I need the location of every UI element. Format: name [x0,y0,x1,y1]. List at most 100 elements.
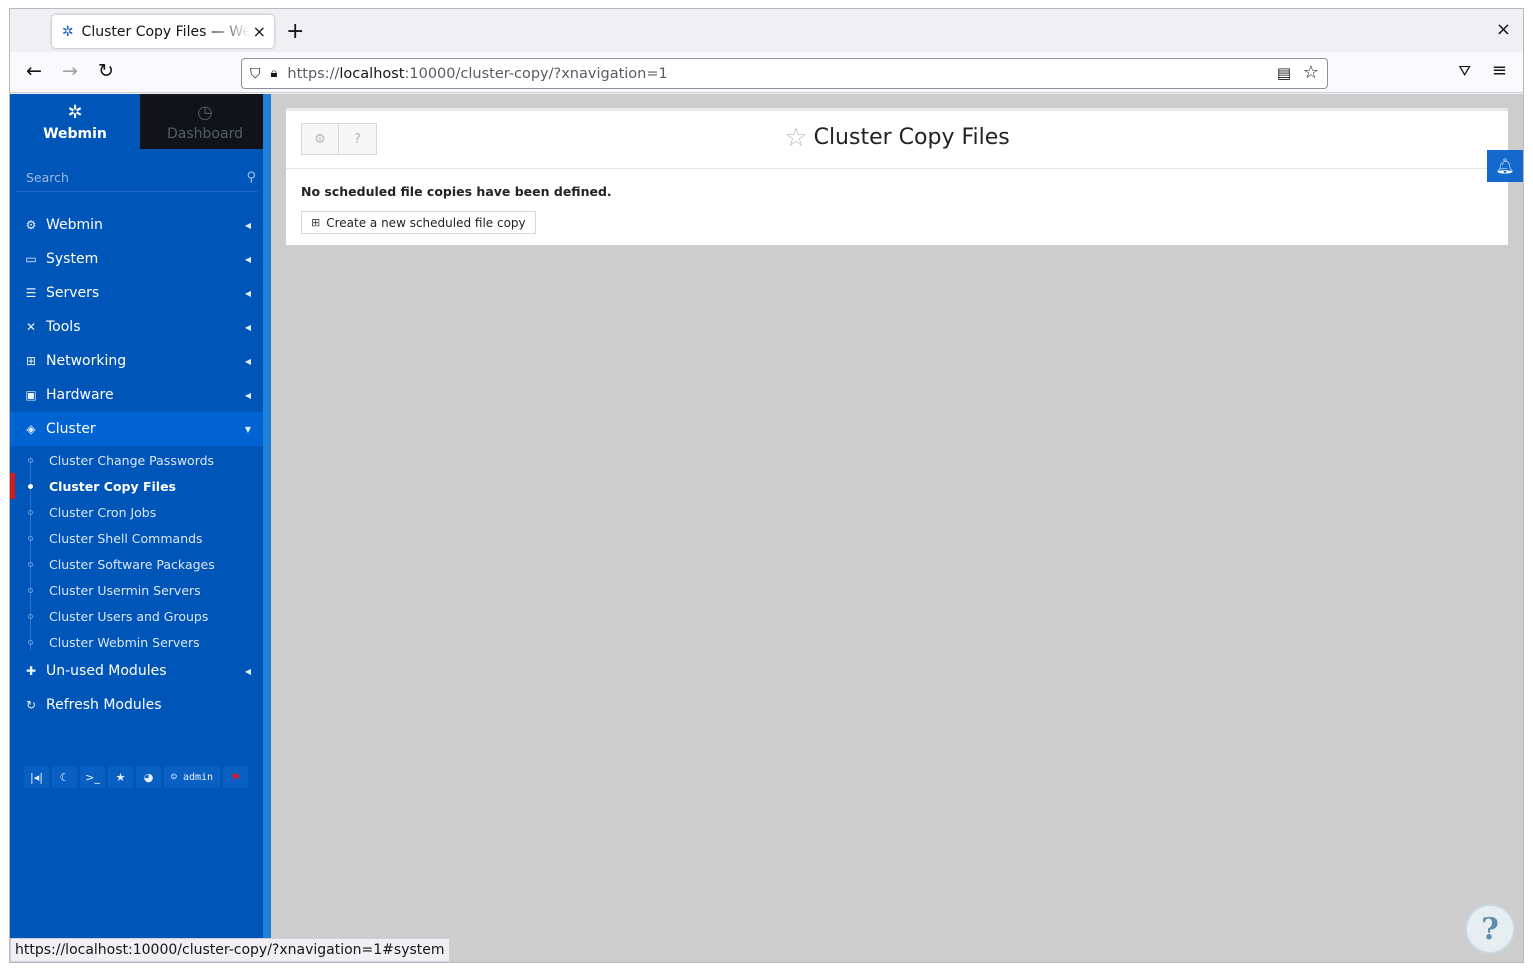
collapse-sidebar-icon[interactable]: |◂| [24,766,49,788]
sidebar-search[interactable]: Search ⚲ [16,164,258,192]
dashboard-gauge-icon: ◷ [197,102,213,123]
puzzle-icon: ✚ [25,664,37,678]
sidebar-item-label: Servers [46,285,100,301]
webmin-tab-label: Webmin [43,126,107,142]
bookmark-star-icon[interactable]: ☆ [1303,62,1319,83]
hdd-icon: ▣ [25,388,37,402]
tracking-shield-icon[interactable]: ⛉ [250,66,261,82]
sidebar-subitem-cluster-users-and-groups[interactable]: Cluster Users and Groups [10,603,263,629]
hamburger-menu-icon[interactable]: ≡ [1492,60,1507,81]
sidebar-subitem-label: Cluster Shell Commands [49,530,203,546]
sidebar-scrollbar[interactable] [263,94,271,962]
dashboard-tab-label: Dashboard [167,126,243,142]
bullet-icon [28,561,33,567]
caret-left-icon: ◀ [244,390,251,400]
sidebar-subitem-label: Cluster Webmin Servers [49,634,200,650]
sidebar-item-label: Hardware [46,387,114,403]
empty-state-message: No scheduled file copies have been defin… [301,184,612,199]
tab-close-icon[interactable]: × [253,22,266,41]
window-close-button[interactable]: × [1496,19,1511,40]
webmin-favicon-icon: ✲ [61,23,74,40]
sidebar-subitem-cluster-webmin-servers[interactable]: Cluster Webmin Servers [10,629,263,655]
network-icon: ⊞ [25,354,37,368]
admin-label: admin [182,771,214,783]
sidebar-subitem-label: Cluster Users and Groups [49,608,209,624]
sidebar-subitem-cluster-cron-jobs[interactable]: Cluster Cron Jobs [10,499,263,525]
sidebar-item-system[interactable]: ▭ System ◀ [10,242,263,276]
sidebar-item-hardware[interactable]: ▣ Hardware ◀ [10,378,263,412]
forward-button[interactable]: → [58,60,82,82]
webmin-logo-icon: ✲ [67,102,83,123]
laptop-icon: ▭ [25,252,37,266]
caret-left-icon: ◀ [244,666,251,676]
sidebar-item-label: Un-used Modules [46,663,167,679]
bullet-icon [28,613,33,619]
layers-icon: ◈ [26,422,36,436]
page-title: ☆ Cluster Copy Files [286,123,1508,153]
sidebar-item-servers[interactable]: ☰ Servers ◀ [10,276,263,310]
sidebar-item-tools[interactable]: ✕ Tools ◀ [10,310,263,344]
sidebar-subitem-label: Cluster Copy Files [49,478,177,494]
url-text[interactable]: https://localhost:10000/cluster-copy/?xn… [287,66,667,82]
new-tab-button[interactable]: + [286,19,304,44]
sidebar-item-refresh-modules[interactable]: ↻ Refresh Modules [10,688,263,722]
caret-left-icon: ◀ [244,288,251,298]
notification-bell-icon[interactable]: 🔔︎ [1487,150,1523,182]
sidebar-subitem-label: Cluster Usermin Servers [49,582,201,598]
sidebar-toolbar: |◂| ☾ >_ ★ ◕ ☺ admin ⚑ [24,766,248,788]
panel-header: ⚙ ? ☆ Cluster Copy Files [286,111,1508,169]
sidebar-subitem-label: Cluster Software Packages [49,556,215,572]
search-icon[interactable]: ⚲ [246,170,256,185]
favorite-star-icon[interactable]: ☆ [784,123,807,153]
sidebar-subitem-cluster-copy-files[interactable]: Cluster Copy Files [10,473,263,499]
create-scheduled-copy-button[interactable]: ⊞ Create a new scheduled file copy [301,211,536,234]
sidebar-subitem-cluster-change-passwords[interactable]: Cluster Change Passwords [10,447,263,473]
webmin-sidebar: ✲ Webmin ◷ Dashboard Search ⚲ ⚙ Webmin ◀… [10,94,270,962]
admin-user-button[interactable]: ☺ admin [164,766,220,788]
address-bar[interactable]: ⛉ 🔒︎ https://localhost:10000/cluster-cop… [241,58,1328,89]
sidebar-subitem-cluster-shell-commands[interactable]: Cluster Shell Commands [10,525,263,551]
palette-icon[interactable]: ◕ [136,766,161,788]
sidebar-item-label: Tools [46,319,81,335]
create-button-label: Create a new scheduled file copy [326,215,526,230]
browser-tab[interactable]: ✲ Cluster Copy Files — Webmin × [52,15,274,48]
tab-bar: ✲ Cluster Copy Files — Webmin × + × [10,9,1523,52]
moon-icon[interactable]: ☾ [52,766,77,788]
bullet-icon [28,639,33,645]
sidebar-subitem-cluster-usermin-servers[interactable]: Cluster Usermin Servers [10,577,263,603]
caret-left-icon: ◀ [244,220,251,230]
sidebar-item-networking[interactable]: ⊞ Networking ◀ [10,344,263,378]
tools-icon: ✕ [25,320,37,334]
sidebar-subitem-cluster-software-packages[interactable]: Cluster Software Packages [10,551,263,577]
navigation-bar: ← → ↻ ⛉ 🔒︎ https://localhost:10000/clust… [10,52,1523,93]
terminal-icon[interactable]: >_ [80,766,105,788]
caret-down-icon: ▼ [244,424,251,434]
dashboard-tab[interactable]: ◷ Dashboard [140,94,270,149]
main-content: ⚙ ? ☆ Cluster Copy Files No scheduled fil… [271,94,1523,962]
tab-title: Cluster Copy Files — Webmin [81,23,249,40]
sidebar-item-label: System [46,251,99,267]
reload-button[interactable]: ↻ [94,60,118,82]
refresh-icon: ↻ [25,698,37,712]
status-bar-url: https://localhost:10000/cluster-copy/?xn… [10,938,450,962]
sidebar-item-cluster[interactable]: ◈ Cluster ▼ [10,412,263,446]
bullet-icon [28,509,33,515]
lock-icon[interactable]: 🔒︎ [271,66,278,81]
sidebar-item-unused-modules[interactable]: ✚ Un-used Modules ◀ [10,654,263,688]
bullet-icon [28,535,33,541]
bullet-icon [28,587,33,593]
reader-view-icon[interactable]: ▤ [1277,64,1291,82]
search-input[interactable]: Search [26,170,246,185]
sidebar-item-webmin[interactable]: ⚙ Webmin ◀ [10,208,263,242]
pocket-icon[interactable]: ⛛ [1458,62,1471,80]
sidebar-subitem-label: Cluster Change Passwords [49,452,215,468]
caret-left-icon: ◀ [244,322,251,332]
favorites-star-icon[interactable]: ★ [108,766,133,788]
webmin-tab[interactable]: ✲ Webmin [10,94,140,149]
sidebar-item-label: Cluster [46,421,96,437]
bullet-icon [28,483,33,489]
logout-icon[interactable]: ⚑ [223,766,248,788]
sidebar-item-label: Webmin [46,217,103,233]
user-icon: ☺ [170,771,183,783]
back-button[interactable]: ← [22,60,46,82]
